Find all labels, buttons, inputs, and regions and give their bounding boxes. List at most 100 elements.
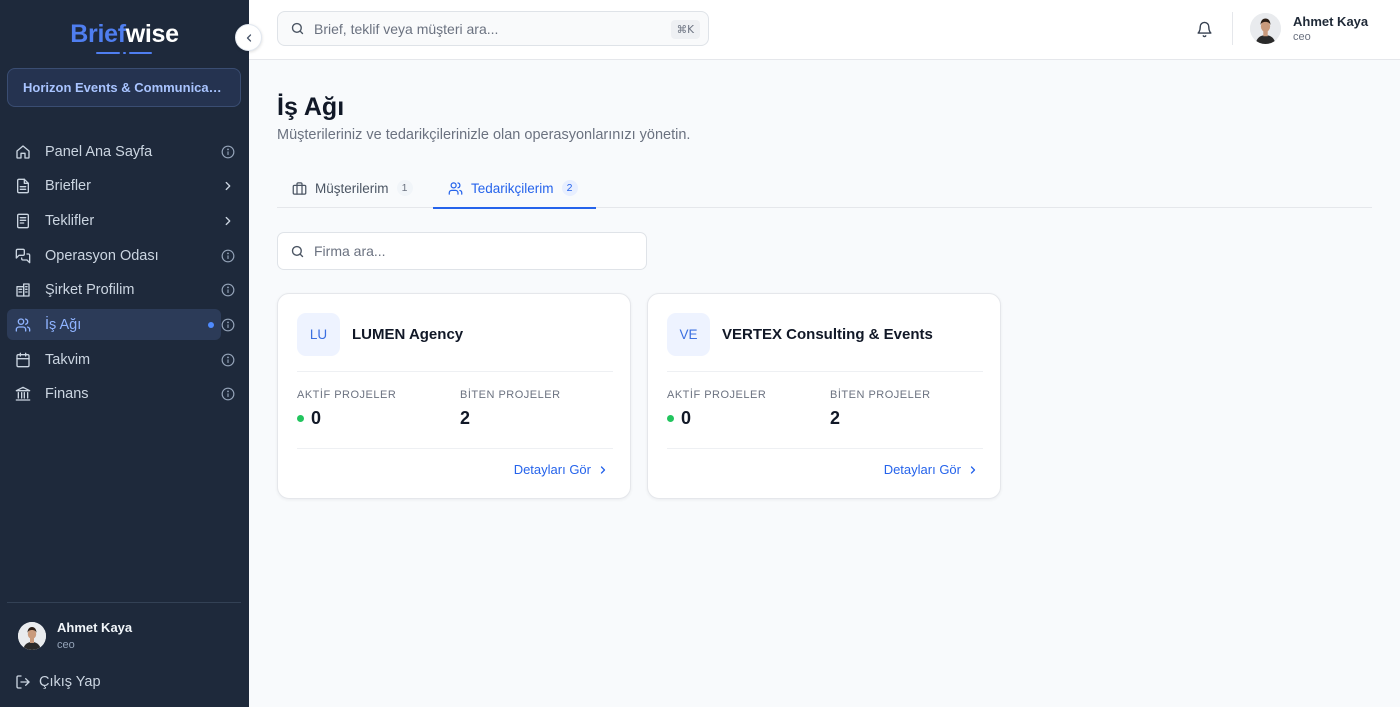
sidebar-nav: Panel Ana Sayfa Briefler Teklifler Opera… <box>7 136 241 414</box>
sidebar-item-takvim[interactable]: Takvim <box>7 344 241 375</box>
brand-logo[interactable]: Briefwise <box>0 20 249 49</box>
card-divider <box>667 371 983 372</box>
page-title: İş Ağı <box>277 93 345 121</box>
completed-projects-label: BİTEN PROJELER <box>460 389 561 401</box>
briefcase-icon <box>292 181 307 196</box>
chevron-right-icon <box>967 464 979 476</box>
user-name: Ahmet Kaya <box>1293 14 1369 29</box>
status-dot <box>667 415 674 422</box>
sidebar-item-label: Operasyon Odası <box>45 247 159 264</box>
avatar <box>1250 13 1281 44</box>
supplier-card: VE VERTEX Consulting & Events AKTİF PROJ… <box>647 293 1001 499</box>
active-projects-label: AKTİF PROJELER <box>297 389 397 401</box>
page-subtitle: Müşterileriniz ve tedarikçilerinizle ola… <box>277 127 691 143</box>
active-projects-count: 0 <box>311 408 322 428</box>
bell-icon <box>1196 21 1213 38</box>
calendar-icon <box>15 352 31 368</box>
user-name: Ahmet Kaya <box>57 620 133 635</box>
tab-label: Tedarikçilerim <box>471 180 554 196</box>
chevron-right-icon <box>220 179 235 194</box>
document-icon <box>15 213 31 229</box>
sidebar-item-teklifler[interactable]: Teklifler <box>7 205 241 236</box>
info-icon <box>220 317 235 332</box>
users-icon <box>448 181 463 196</box>
card-divider <box>667 448 983 449</box>
chevron-right-icon <box>597 464 609 476</box>
active-projects-count: 0 <box>681 408 692 428</box>
topbar-divider <box>1232 12 1233 45</box>
info-icon <box>220 248 235 263</box>
tab-bar: Müşterilerim 1 Tedarikçilerim 2 <box>277 168 1372 209</box>
sidebar-item-label: Takvim <box>45 351 91 368</box>
logo-underline <box>96 52 152 54</box>
chat-icon <box>15 248 31 264</box>
global-search-input[interactable] <box>314 20 654 37</box>
completed-projects-count: 2 <box>830 408 841 428</box>
company-name: VERTEX Consulting & Events <box>722 326 933 343</box>
sidebar-item-label: Panel Ana Sayfa <box>45 143 153 160</box>
home-icon <box>15 144 31 160</box>
active-projects-label: AKTİF PROJELER <box>667 389 767 401</box>
logout-button[interactable]: Çıkış Yap <box>15 674 101 690</box>
sidebar-user[interactable]: Ahmet Kaya ceo <box>18 620 132 651</box>
sidebar-item-label: Finans <box>45 386 89 403</box>
sidebar-item-is-agi[interactable]: İş Ağı <box>7 309 241 341</box>
brand-logo-part1: Brief <box>70 20 126 48</box>
active-projects-value: 0 <box>297 408 321 429</box>
firm-search-input[interactable] <box>314 243 634 259</box>
sidebar-item-panel[interactable]: Panel Ana Sayfa <box>7 136 241 167</box>
avatar <box>18 621 46 650</box>
info-icon <box>220 144 235 159</box>
firm-search[interactable] <box>277 232 647 270</box>
topbar-user-menu[interactable]: Ahmet Kaya ceo <box>1250 13 1368 44</box>
view-details-link[interactable]: Detayları Gör <box>514 462 609 477</box>
logout-icon <box>15 674 31 690</box>
sidebar-collapse-button[interactable] <box>235 24 262 51</box>
sidebar-item-finans[interactable]: Finans <box>7 379 241 410</box>
chevron-left-icon <box>243 32 255 44</box>
chevron-right-icon <box>220 213 235 228</box>
logout-label: Çıkış Yap <box>39 674 101 690</box>
tab-count-badge: 2 <box>561 180 578 196</box>
tab-tedarikcilerim[interactable]: Tedarikçilerim 2 <box>433 168 596 209</box>
topbar: ⌘K Ahmet Kaya ceo <box>249 0 1400 60</box>
user-role: ceo <box>1293 31 1311 43</box>
sidebar-item-operasyon[interactable]: Operasyon Odası <box>7 240 241 271</box>
bank-icon <box>15 386 31 402</box>
shortcut-hint: ⌘K <box>670 20 700 39</box>
sidebar-item-briefler[interactable]: Briefler <box>7 171 241 202</box>
company-switcher[interactable]: Horizon Events & Communications <box>7 68 241 107</box>
tab-count-badge: 1 <box>396 180 413 196</box>
search-icon <box>290 244 305 259</box>
sidebar: Briefwise Horizon Events & Communication… <box>0 0 249 707</box>
supplier-card: LU LUMEN Agency AKTİF PROJELER 0 BİTEN P… <box>277 293 631 499</box>
sidebar-item-sirket-profilim[interactable]: Şirket Profilim <box>7 275 241 306</box>
users-icon <box>15 317 31 333</box>
file-icon <box>15 178 31 194</box>
completed-projects-count: 2 <box>460 408 471 428</box>
completed-projects-label: BİTEN PROJELER <box>830 389 931 401</box>
info-icon <box>220 352 235 367</box>
company-name: Horizon Events & Communications <box>23 80 225 95</box>
active-projects-value: 0 <box>667 408 691 429</box>
info-icon <box>220 387 235 402</box>
sidebar-item-label: Teklifler <box>45 212 95 229</box>
company-initials-avatar: VE <box>667 313 710 356</box>
search-icon <box>290 21 305 36</box>
tab-musterilerim[interactable]: Müşterilerim 1 <box>292 168 413 208</box>
company-name: LUMEN Agency <box>352 326 464 343</box>
notifications-button[interactable] <box>1194 19 1214 39</box>
building-icon <box>15 282 31 298</box>
main-content: İş Ağı Müşterileriniz ve tedarikçilerini… <box>249 60 1400 707</box>
view-details-label: Detayları Gör <box>513 462 591 477</box>
card-divider <box>297 371 613 372</box>
sidebar-divider <box>7 602 241 603</box>
sidebar-item-label: Şirket Profilim <box>45 282 135 299</box>
status-dot <box>297 415 304 422</box>
info-icon <box>220 283 235 298</box>
card-divider <box>297 448 613 449</box>
active-highlight <box>7 309 221 341</box>
view-details-link[interactable]: Detayları Gör <box>884 462 979 477</box>
view-details-label: Detayları Gör <box>883 462 961 477</box>
global-search[interactable]: ⌘K <box>277 11 709 46</box>
